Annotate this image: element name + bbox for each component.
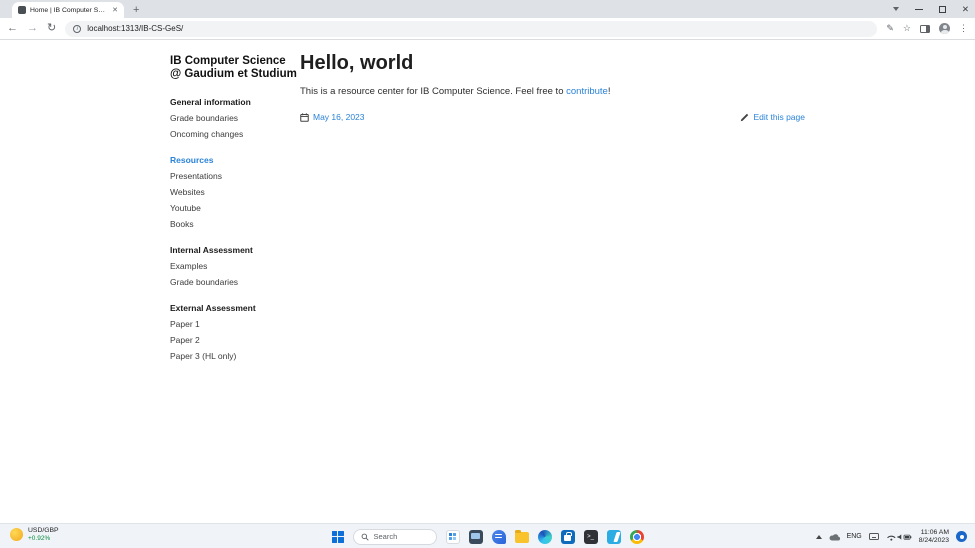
search-icon: [361, 533, 369, 541]
sidebar-section-general: General information Grade boundaries Onc…: [170, 97, 298, 139]
sidebar-item-grade-boundaries[interactable]: Grade boundaries: [170, 113, 298, 123]
edit-page-action-icon[interactable]: ✎: [886, 24, 894, 33]
task-view-icon[interactable]: [445, 529, 460, 544]
minimize-button[interactable]: [914, 8, 923, 10]
taskbar-widgets-button[interactable]: USD/GBP +0.92%: [10, 527, 59, 542]
sidebar-item-paper1[interactable]: Paper 1: [170, 319, 298, 329]
sidebar-item-websites[interactable]: Websites: [170, 187, 298, 197]
site-title[interactable]: IB Computer Science @ Gaudium et Studium: [170, 41, 298, 81]
sidebar-heading-general: General information: [170, 97, 251, 107]
file-explorer-icon[interactable]: [514, 529, 529, 543]
maximize-button[interactable]: [938, 5, 946, 13]
date-group: May 16, 2023: [300, 112, 365, 122]
sidebar-section-external-assessment: External Assessment Paper 1 Paper 2 Pape…: [170, 303, 298, 361]
tray-date: 8/24/2023: [918, 536, 949, 544]
vscode-icon[interactable]: [606, 529, 621, 544]
window-controls: ✕: [892, 0, 969, 18]
chrome-icon[interactable]: [629, 529, 644, 544]
bookmark-star-icon[interactable]: ☆: [903, 24, 911, 33]
url-text: localhost:1313/IB-CS-GeS/: [87, 24, 184, 33]
sidebar-item-ia-grade-boundaries[interactable]: Grade boundaries: [170, 277, 298, 287]
notification-badge-icon[interactable]: [956, 531, 967, 542]
system-tray: ENG 11:06 AM 8/24/2023: [815, 524, 967, 548]
desktop-app-icon[interactable]: [468, 529, 483, 544]
tab-search-chevron-icon[interactable]: [892, 7, 899, 11]
search-label: Search: [373, 532, 398, 541]
store-icon[interactable]: [560, 529, 575, 544]
sidebar-heading-resources: Resources: [170, 155, 214, 165]
close-button[interactable]: ✕: [962, 5, 969, 14]
language-indicator[interactable]: ENG: [847, 533, 862, 540]
sidebar-item-paper2[interactable]: Paper 2: [170, 335, 298, 345]
site-info-icon[interactable]: i: [73, 24, 82, 33]
sidebar-section-resources: Resources Presentations Websites Youtube…: [170, 155, 298, 229]
edit-this-page-link[interactable]: Edit this page: [753, 112, 805, 122]
back-icon[interactable]: ←: [7, 23, 18, 34]
publish-date-link[interactable]: May 16, 2023: [313, 112, 365, 122]
menu-dots-icon[interactable]: ⋮: [959, 24, 968, 33]
terminal-icon[interactable]: >_: [583, 529, 598, 544]
stock-change-label: +0.92%: [28, 535, 51, 542]
toolbar-right: ✎ ☆ ⋮: [886, 23, 968, 34]
sidebar-item-books[interactable]: Books: [170, 219, 298, 229]
intro-paragraph: This is a resource center for IB Compute…: [300, 86, 805, 97]
edit-page-group: Edit this page: [740, 112, 805, 122]
sidebar-item-presentations[interactable]: Presentations: [170, 171, 298, 181]
intro-text-before: This is a resource center for IB Compute…: [300, 86, 567, 97]
screen: Home | IB Computer Science @ ✕ + ✕ ← → ↻…: [0, 0, 975, 548]
forward-icon[interactable]: →: [27, 23, 38, 34]
onedrive-cloud-icon[interactable]: [829, 533, 840, 541]
tray-time: 11:06 AM: [920, 528, 949, 536]
side-panel-icon[interactable]: [920, 24, 930, 33]
touch-keyboard-icon[interactable]: [868, 533, 879, 540]
calendar-icon: [300, 112, 309, 122]
browser-toolbar: ← → ↻ i localhost:1313/IB-CS-GeS/ ✎ ☆ ⋮: [0, 18, 975, 40]
reload-icon[interactable]: ↻: [47, 23, 56, 34]
pencil-icon: [741, 113, 749, 121]
page-content: IB Computer Science @ Gaudium et Studium…: [0, 41, 975, 523]
sidebar-item-oncoming-changes[interactable]: Oncoming changes: [170, 129, 298, 139]
sidebar-item-examples[interactable]: Examples: [170, 261, 298, 271]
site-title-line1: IB Computer Science: [170, 55, 286, 67]
sidebar-heading-external-assessment: External Assessment: [170, 303, 256, 313]
address-bar[interactable]: i localhost:1313/IB-CS-GeS/: [65, 20, 878, 37]
network-volume-battery-icons[interactable]: [886, 532, 912, 542]
tab-favicon-icon: [18, 6, 26, 14]
stock-widget-icon: [10, 528, 23, 541]
browser-tab-strip: Home | IB Computer Science @ ✕ + ✕: [0, 0, 975, 18]
stock-widget-text: USD/GBP +0.92%: [28, 527, 59, 542]
start-button[interactable]: [331, 530, 344, 543]
clock[interactable]: 11:06 AM 8/24/2023: [919, 529, 949, 545]
stock-pair-label: USD/GBP: [28, 527, 59, 534]
site-title-line2: @ Gaudium et Studium: [170, 68, 297, 80]
tab-title: Home | IB Computer Science @: [30, 6, 108, 14]
browser-tab[interactable]: Home | IB Computer Science @ ✕: [12, 2, 124, 18]
taskbar: USD/GBP +0.92% Search >_ ENG 11:06 AM 8/…: [0, 523, 975, 548]
sidebar-item-paper3[interactable]: Paper 3 (HL only): [170, 351, 298, 361]
tray-chevron-up-icon[interactable]: [815, 534, 822, 539]
sidebar-item-youtube[interactable]: Youtube: [170, 203, 298, 213]
page-title: Hello, world: [300, 52, 414, 74]
contribute-link[interactable]: contribute: [566, 86, 608, 97]
meta-row: May 16, 2023 Edit this page: [300, 112, 805, 122]
sidebar-section-internal-assessment: Internal Assessment Examples Grade bound…: [170, 245, 298, 287]
sidebar-heading-internal-assessment: Internal Assessment: [170, 245, 253, 255]
taskbar-search[interactable]: Search: [352, 528, 437, 545]
tab-close-icon[interactable]: ✕: [112, 7, 118, 14]
chat-icon[interactable]: [491, 529, 506, 544]
intro-text-after: !: [607, 86, 611, 97]
new-tab-button[interactable]: +: [133, 5, 139, 16]
edge-icon[interactable]: [537, 529, 552, 544]
taskbar-center: Search >_: [331, 524, 644, 548]
sidebar: IB Computer Science @ Gaudium et Studium…: [170, 41, 298, 361]
profile-avatar[interactable]: [939, 23, 950, 34]
main-area: Hello, world This is a resource center f…: [300, 41, 805, 122]
